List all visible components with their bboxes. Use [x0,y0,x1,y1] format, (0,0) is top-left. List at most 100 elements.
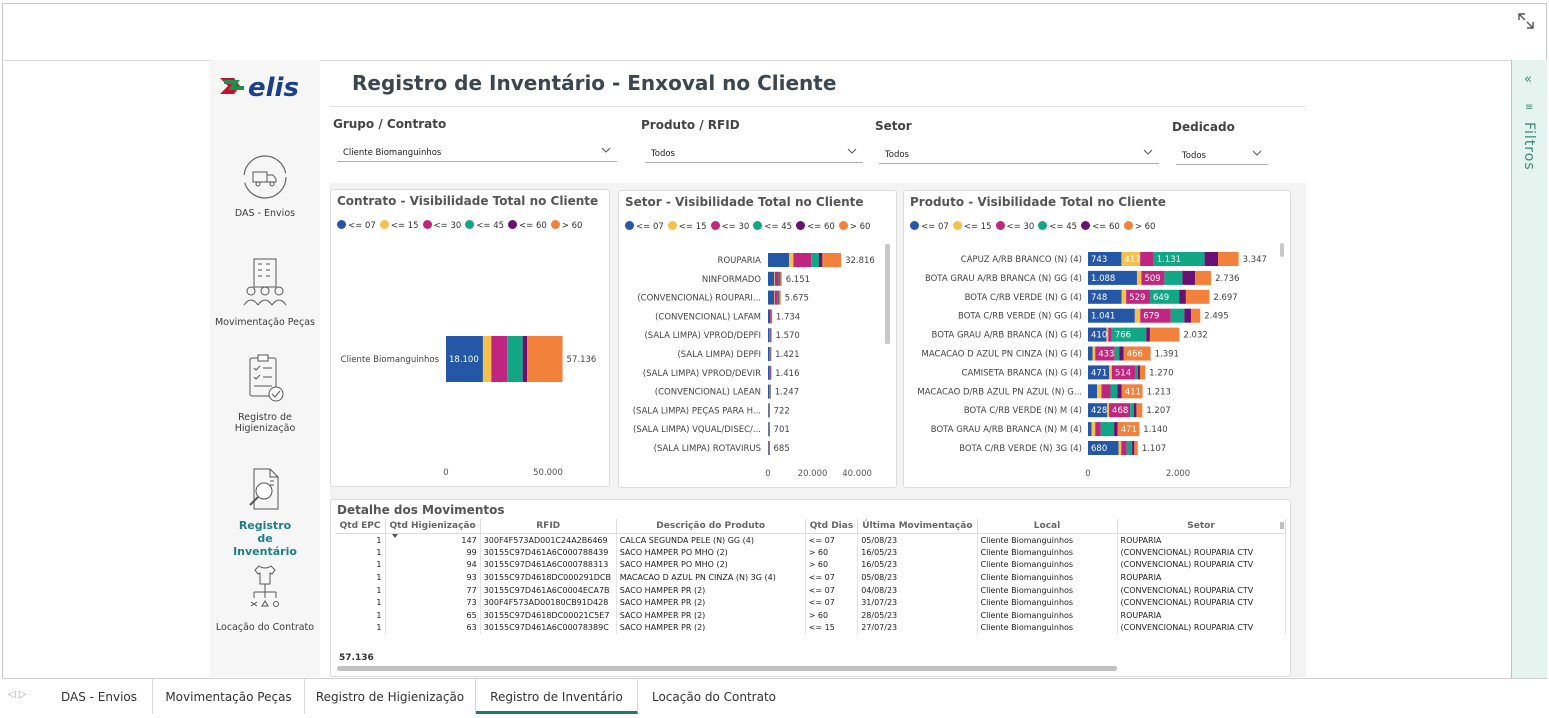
bar-segment[interactable] [768,309,771,324]
scrollbar[interactable] [885,244,890,344]
scrollbar[interactable] [1280,243,1284,257]
legend-item[interactable]: <= 07 [910,221,949,232]
col-ultima-movimentacao[interactable]: Última Movimentação [857,519,978,534]
bar-segment[interactable] [768,441,769,455]
bar-segment[interactable] [1146,327,1150,342]
vertical-scrollbar[interactable] [1280,522,1284,529]
table-row[interactable]: 1 94 30155C97D461A6C000788313 SACO HAMPER P… [335,558,1286,572]
bar-segment[interactable] [1170,308,1185,323]
bar-segment[interactable] [1191,308,1201,323]
bar-segment[interactable] [1121,441,1127,455]
table-row[interactable]: 1 63 30155C97D461A6C00078389C SACO HAMPER P… [335,621,1286,635]
legend-item[interactable]: <= 15 [379,220,419,231]
bar-segment[interactable] [1110,384,1118,399]
legend-item[interactable]: > 60 [838,221,870,232]
table-row[interactable]: 1 147 300F4F573AD001C24A2B6469 CALCA SEGUND… [335,533,1286,547]
legend-item[interactable]: <= 07 [337,220,376,231]
bar-segment[interactable] [1108,327,1112,342]
bar-segment[interactable] [1114,346,1120,361]
bar-segment[interactable] [770,384,772,399]
bar-segment[interactable] [522,336,528,382]
legend-item[interactable]: <= 07 [625,221,664,232]
bar-segment[interactable] [1101,384,1111,399]
tab-movimentacao-pecas[interactable]: Movimentação Peças [153,679,305,714]
legend-item[interactable]: <= 30 [995,221,1034,232]
contrato-bar-chart[interactable]: Cliente Biomanguinhos 18.100 57.136 0 50.000 [331,235,609,495]
legend-item[interactable]: <= 45 [465,220,504,231]
bar-segment[interactable] [482,336,492,382]
bar-segment[interactable] [1136,270,1142,285]
bar-segment[interactable] [771,328,772,343]
nav-movimentacao-pecas[interactable]: Movimentação Peças [210,255,320,328]
horizontal-scrollbar[interactable] [337,666,1117,671]
legend-item[interactable]: <= 45 [1038,221,1077,232]
bar-segment[interactable] [780,271,782,286]
bar-segment[interactable] [1164,270,1183,285]
col-setor[interactable]: Setor [1117,519,1286,534]
col-descricao[interactable]: Descrição do Produto [616,519,806,534]
bar-segment[interactable] [1092,346,1096,361]
bar-segment[interactable] [1088,384,1097,399]
bar-segment[interactable] [1184,308,1192,323]
bar-segment[interactable] [769,441,770,455]
legend-item[interactable]: <= 60 [1081,221,1120,232]
legend-item[interactable]: <= 30 [710,221,749,232]
produto-bar-chart[interactable]: CAPUZ A/RB BRANCO (N) (4) 743 417 1.131 3.34… [904,236,1290,488]
legend-item[interactable]: <= 60 [508,220,547,231]
col-qtd-dias[interactable]: Qtd Dias [805,519,859,534]
bar-segment[interactable] [491,336,508,382]
bar-segment[interactable] [507,336,523,382]
nav-das-envios[interactable]: DAS - Envios [210,152,320,219]
bar-segment[interactable] [774,290,775,305]
col-local[interactable]: Local [977,519,1118,534]
contrato-chart-card[interactable]: Contrato - Visibilidade Total no Cliente… [330,189,610,487]
legend-item[interactable]: > 60 [550,220,582,231]
bar-segment[interactable] [1121,289,1127,304]
bar-segment[interactable] [769,328,771,343]
expand-icon[interactable] [1515,10,1537,32]
bar-segment[interactable] [774,290,778,305]
tab-registro-inventario[interactable]: Registro de Inventário [476,679,638,714]
bar-segment[interactable] [1095,422,1101,437]
bar-segment[interactable] [779,271,781,286]
bar-segment[interactable] [769,365,771,380]
bar-segment[interactable] [811,253,820,267]
filter-pane[interactable]: « ≡ Filtros [1511,60,1547,678]
bar-segment[interactable] [1133,403,1137,418]
bar-segment[interactable] [768,365,770,380]
bar-segment[interactable] [527,336,563,382]
bar-segment[interactable] [1107,403,1110,418]
setor-dropdown[interactable]: Todos [879,144,1159,164]
table-row[interactable]: 1 93 30155C97D4618DC000291DCB MACACAO D AZU… [335,571,1286,584]
col-qtd-epc[interactable]: Qtd EPC [335,519,386,534]
setor-chart-card[interactable]: Setor - Visibilidade Total no Cliente <=… [618,190,897,488]
legend-item[interactable]: <= 15 [952,221,992,232]
bar-segment[interactable] [768,384,770,399]
bar-segment[interactable] [1119,346,1124,361]
bar-segment[interactable] [1137,365,1140,380]
bar-segment[interactable] [778,271,780,286]
bar-segment[interactable] [768,253,790,267]
bar-segment[interactable] [769,384,771,399]
bar-segment[interactable] [1218,252,1239,266]
bar-segment[interactable] [789,253,794,267]
nav-locacao-contrato[interactable]: Locação do Contrato [210,560,320,633]
table-row[interactable]: 1 99 30155C97D461A6C000788439 SACO HAMPER P… [335,546,1286,559]
legend-item[interactable]: <= 60 [796,221,835,232]
bar-segment[interactable] [779,290,781,305]
bar-segment[interactable] [770,309,772,324]
legend-item[interactable]: <= 45 [753,221,792,232]
bar-segment[interactable] [1140,252,1154,266]
bar-segment[interactable] [768,271,775,286]
bar-segment[interactable] [1182,270,1195,285]
bar-segment[interactable] [1130,403,1134,418]
bar-segment[interactable] [1134,308,1141,323]
bar-segment[interactable] [1126,441,1133,455]
bar-segment[interactable] [1204,252,1219,266]
bar-segment[interactable] [771,309,773,324]
bar-segment[interactable] [1179,289,1186,304]
bar-segment[interactable] [770,365,772,380]
bar-segment[interactable] [769,422,770,437]
bar-segment[interactable] [1091,422,1096,437]
bar-segment[interactable] [768,290,775,305]
